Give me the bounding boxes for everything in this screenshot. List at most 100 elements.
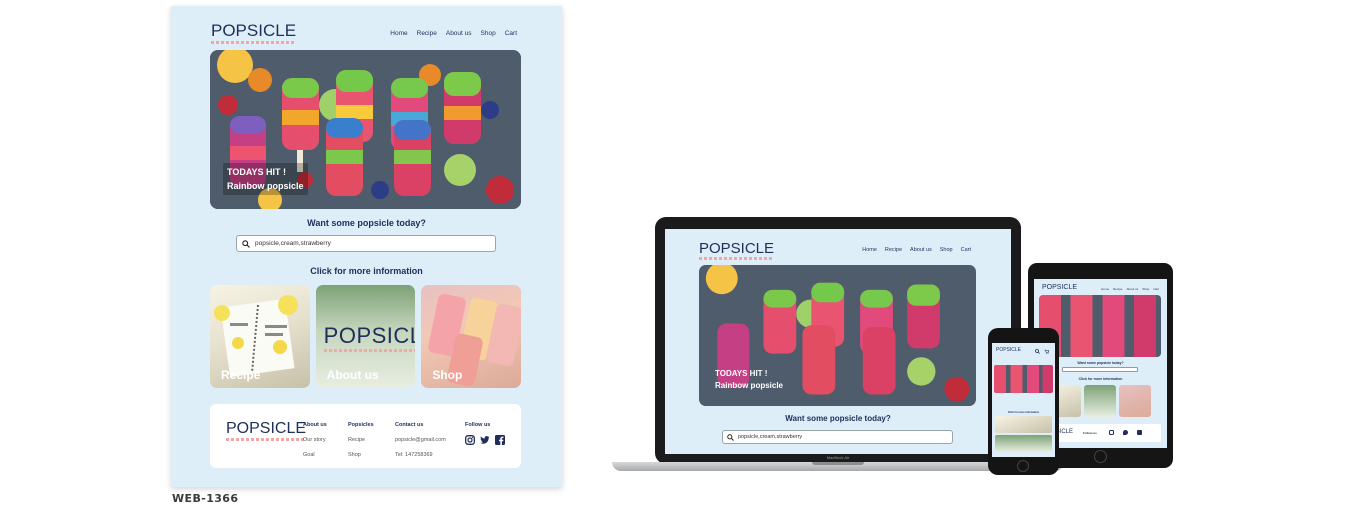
mockup-stage: POPSICLE Home Recipe About us Shop Cart	[0, 0, 1366, 508]
nav-item-shop[interactable]: Shop	[481, 30, 496, 37]
card-shop-label: Shop	[432, 368, 463, 382]
phone-cart-icon	[1044, 349, 1049, 354]
info-heading: Click for more information	[310, 266, 423, 276]
hero-line-2: Rainbow popsicle	[227, 181, 304, 191]
laptop-brand-label: MacBook Air	[826, 455, 850, 460]
search-heading: Want some popsicle today?	[307, 218, 426, 228]
footer-logo-text: POPSICLE	[226, 420, 307, 437]
laptop-nav-about: About us	[910, 247, 932, 253]
phone-logo-text: POPSICLE	[996, 347, 1022, 353]
footer-col-about: About us Our story Goal	[303, 418, 327, 463]
laptop-notch	[812, 462, 864, 465]
footer-phone: Tel: 147258369	[395, 452, 433, 458]
site-logo[interactable]: POPSICLE	[211, 21, 297, 44]
nav-item-home[interactable]: Home	[390, 30, 407, 37]
card-logo-text: POPSICLE	[323, 323, 416, 348]
phone-search-icon	[1035, 349, 1040, 354]
tablet-nav: Home Recipe About us Shop Cart	[1101, 287, 1159, 291]
laptop-hero-line-2: Rainbow popsicle	[715, 381, 784, 390]
search-input[interactable]	[255, 240, 475, 247]
info-cards: Recipe POPSICLE About us Shop	[210, 285, 522, 388]
footer-col-popsicles: Popsicles Recipe Shop	[348, 418, 374, 463]
phone-card-about	[995, 435, 1052, 452]
card-recipe[interactable]: Recipe	[210, 285, 310, 388]
search-icon	[242, 239, 250, 248]
tablet-nav-about: About us	[1126, 287, 1139, 291]
twitter-icon[interactable]	[480, 435, 490, 445]
tablet-logo-text: POPSICLE	[1042, 284, 1078, 291]
site-footer: POPSICLE About us Our story Goal Popsicl…	[210, 404, 521, 468]
footer-col-follow: Follow us	[465, 418, 505, 445]
instagram-icon[interactable]	[465, 435, 475, 445]
phone-home-button	[1017, 460, 1029, 472]
social-icons	[465, 435, 505, 445]
laptop-search-bar: popsicle,cream,strawberry	[722, 430, 953, 444]
laptop-nav-cart: Cart	[960, 247, 971, 253]
laptop-nav-shop: Shop	[939, 247, 953, 253]
tablet-home-button	[1094, 450, 1107, 463]
footer-link-shop[interactable]: Shop	[348, 448, 374, 463]
facebook-icon[interactable]	[495, 435, 505, 445]
logo-underline	[211, 41, 297, 44]
footer-heading-contact: Contact us	[395, 422, 424, 428]
footer-logo[interactable]: POPSICLE	[226, 420, 307, 441]
nav-item-cart[interactable]: Cart	[505, 30, 517, 37]
tablet-card-shop	[1119, 385, 1151, 417]
web-mockup: POPSICLE Home Recipe About us Shop Cart	[171, 6, 562, 487]
footer-email[interactable]: popsicle@gmail.com	[395, 433, 446, 448]
laptop-hero-caption: TODAYS HIT ! Rainbow popsicle	[715, 368, 783, 392]
card-about-us-label: About us	[326, 368, 379, 382]
tablet-facebook-icon	[1137, 430, 1142, 435]
phone-hero	[994, 365, 1053, 393]
footer-link-our-story[interactable]: Our story	[303, 433, 327, 448]
laptop-nav-home: Home	[862, 247, 877, 253]
card-logo-underline	[323, 349, 416, 352]
card-logo: POPSICLE	[323, 323, 416, 352]
laptop-hero: TODAYS HIT ! Rainbow popsicle	[699, 265, 976, 406]
tablet-logo: POPSICLE	[1042, 284, 1077, 291]
footer-logo-underline	[226, 438, 307, 441]
tablet-nav-home: Home	[1101, 287, 1110, 291]
tablet-nav-shop: Shop	[1142, 287, 1150, 291]
tablet-search-bar	[1062, 367, 1138, 372]
phone-card-recipe	[995, 416, 1052, 433]
tablet-social-icons	[1109, 430, 1142, 435]
tablet-nav-recipe: Recipe	[1113, 287, 1123, 291]
nav-item-about-us[interactable]: About us	[446, 30, 472, 37]
hero-image[interactable]: TODAYS HIT ! Rainbow popsicle	[210, 50, 521, 209]
laptop-nav: Home Recipe About us Shop Cart	[862, 247, 971, 253]
tablet-twitter-icon	[1123, 430, 1128, 435]
footer-heading-about: About us	[303, 422, 327, 428]
footer-link-goal[interactable]: Goal	[303, 448, 327, 463]
card-about-us[interactable]: POPSICLE About us	[315, 285, 416, 388]
footer-link-recipe[interactable]: Recipe	[348, 433, 374, 448]
laptop-logo-text: POPSICLE	[699, 240, 775, 257]
footer-heading-popsicles: Popsicles	[348, 422, 374, 428]
artboard-caption: WEB-1366	[172, 492, 239, 505]
tablet-instagram-icon	[1109, 430, 1114, 435]
phone-logo: POPSICLE	[996, 347, 1021, 353]
tablet-follow-label: Follow us	[1083, 431, 1097, 435]
search-bar[interactable]	[236, 235, 496, 252]
tablet-card-about	[1084, 385, 1116, 417]
laptop-hero-line-1: TODAYS HIT !	[715, 369, 768, 378]
laptop-nav-recipe: Recipe	[884, 247, 903, 253]
footer-col-contact: Contact us popsicle@gmail.com Tel: 14725…	[395, 418, 446, 463]
phone-screen: POPSICLE Click for more information	[992, 343, 1055, 457]
laptop-search-heading: Want some popsicle today?	[785, 414, 891, 423]
main-nav: Home Recipe About us Shop Cart	[390, 30, 517, 37]
hero-line-1: TODAYS HIT !	[227, 167, 287, 177]
card-recipe-label: Recipe	[221, 368, 261, 382]
tablet-nav-cart: Cart	[1153, 287, 1159, 291]
phone-info-heading: Click for more information	[1007, 411, 1040, 414]
laptop-search-icon	[727, 433, 734, 441]
footer-heading-follow: Follow us	[465, 422, 491, 428]
nav-item-recipe[interactable]: Recipe	[417, 30, 437, 37]
laptop-screen: POPSICLE Home Recipe About us Shop Cart	[665, 229, 1011, 454]
laptop-search-value: popsicle,cream,strawberry	[738, 434, 803, 440]
hero-caption: TODAYS HIT ! Rainbow popsicle	[223, 163, 308, 195]
laptop-logo-underline	[699, 257, 775, 260]
laptop-logo: POPSICLE	[699, 240, 775, 260]
card-shop[interactable]: Shop	[421, 285, 522, 388]
logo-text: POPSICLE	[211, 21, 297, 40]
